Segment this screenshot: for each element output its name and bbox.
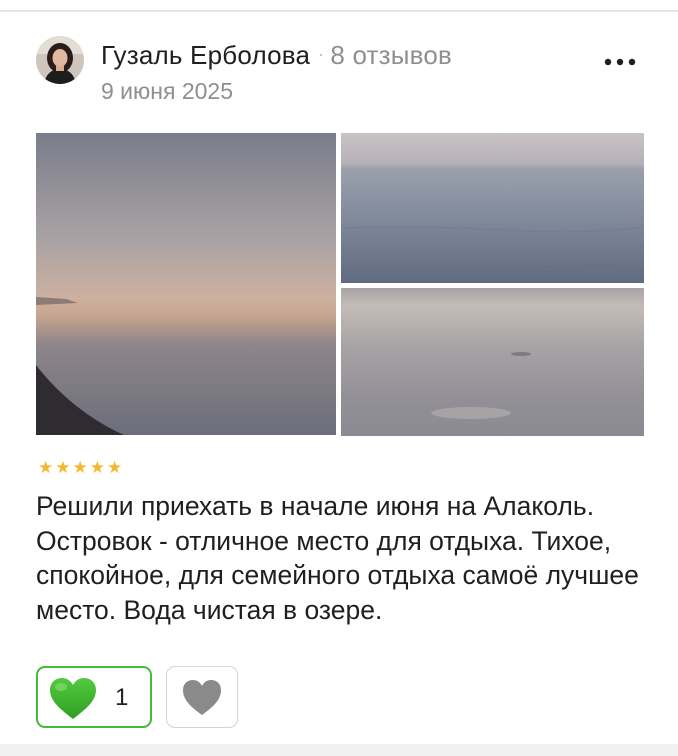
star-icon: ★	[107, 458, 123, 477]
like-count: 1	[115, 684, 129, 711]
star-icon: ★	[38, 458, 54, 477]
top-divider	[0, 10, 678, 12]
more-options-button[interactable]	[600, 48, 640, 76]
separator-dot: ·	[318, 44, 325, 64]
review-text: Решили приехать в начале июня на Алаколь…	[36, 491, 639, 625]
more-dots-icon	[604, 58, 636, 66]
bottom-separator	[0, 744, 678, 756]
review-date: 9 июня 2025	[101, 78, 233, 104]
rating-stars: ★ ★ ★ ★ ★	[38, 458, 122, 478]
dislike-button[interactable]	[166, 666, 238, 728]
star-icon: ★	[89, 458, 105, 477]
star-icon: ★	[72, 458, 88, 477]
review-photo-2[interactable]	[341, 133, 644, 283]
review-photo-3[interactable]	[341, 288, 644, 436]
reviews-count[interactable]: 8 отзывов	[330, 40, 452, 70]
avatar[interactable]	[36, 36, 84, 84]
heart-gray-icon	[183, 680, 221, 715]
like-button[interactable]: 1	[36, 666, 152, 728]
heart-filled-green-icon	[50, 678, 96, 719]
avatar-image	[36, 36, 84, 84]
author-name[interactable]: Гузаль Ерболова	[101, 40, 310, 70]
review-photo-1[interactable]	[36, 133, 336, 435]
star-icon: ★	[55, 458, 71, 477]
author-line: Гузаль Ерболова · 8 отзывов	[101, 40, 452, 71]
